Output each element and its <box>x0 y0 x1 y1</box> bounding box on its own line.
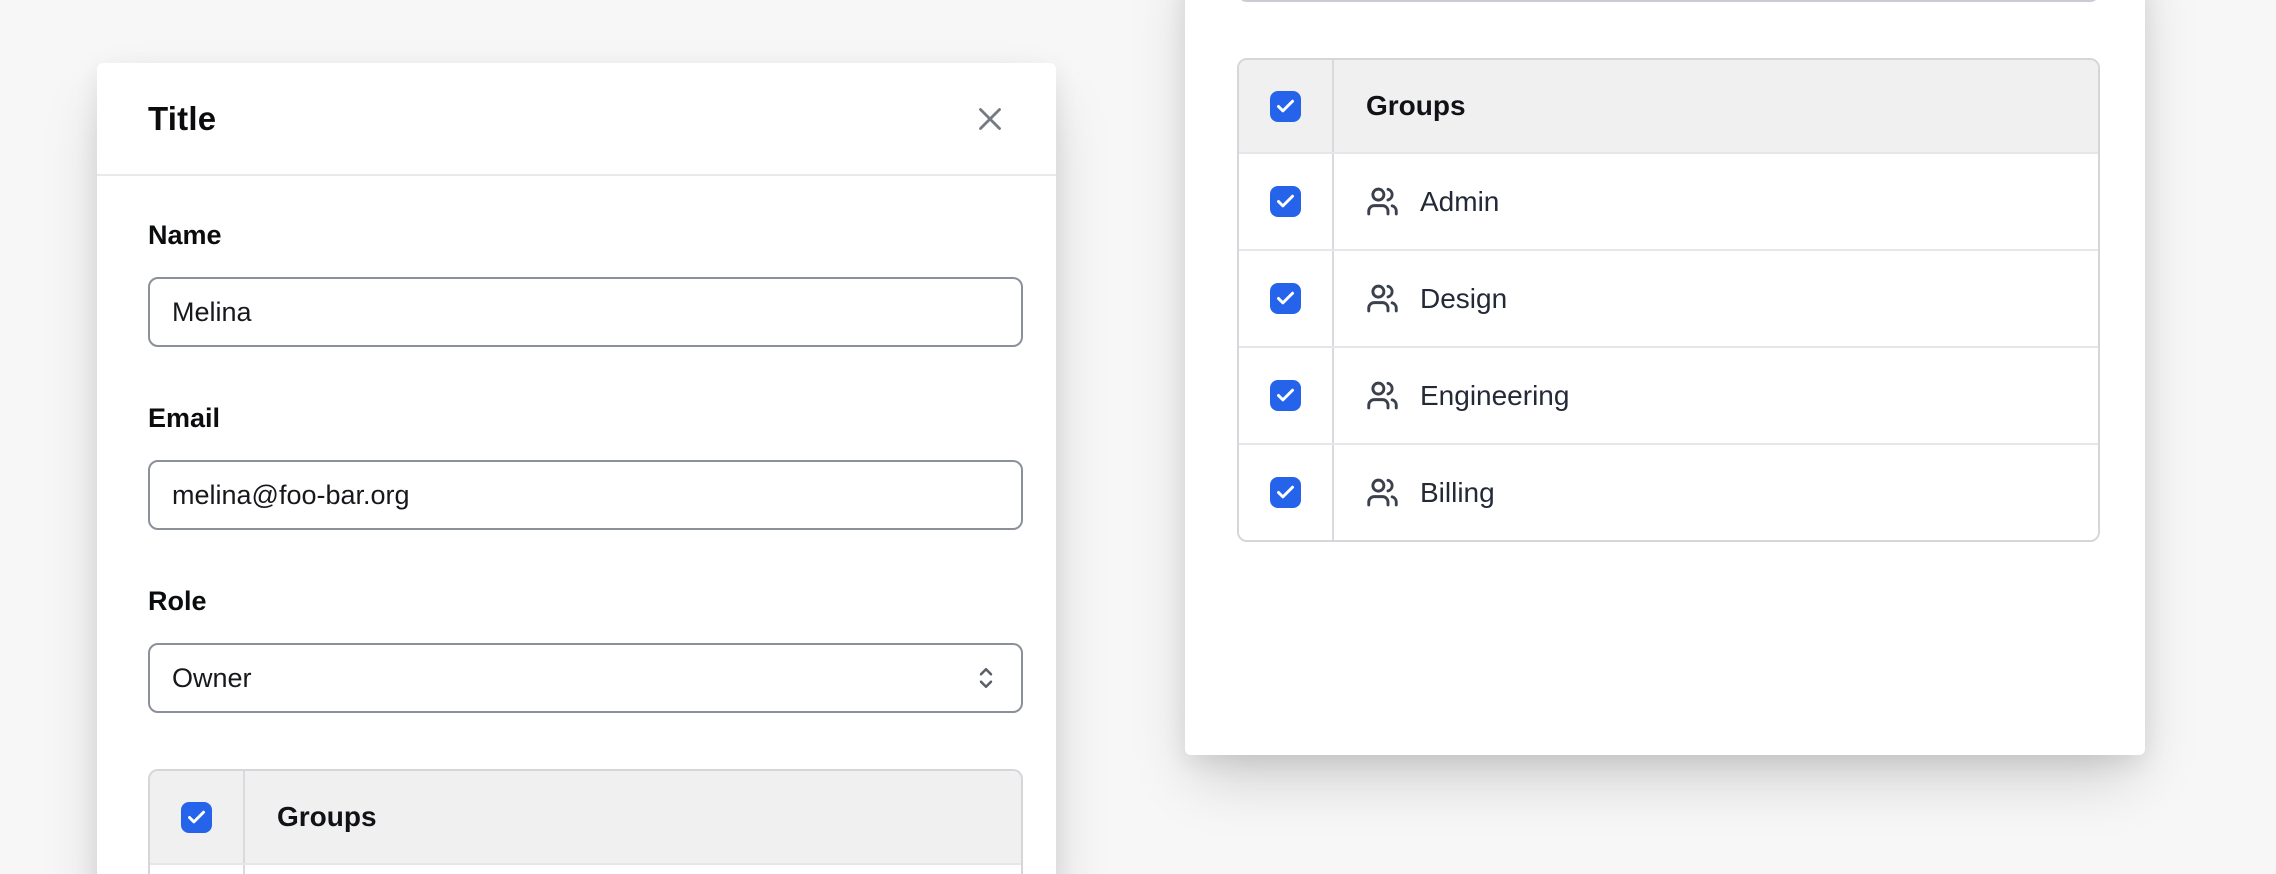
panel-groups-table: Groups Admin <box>1237 58 2100 542</box>
name-field-group: Name <box>148 220 1023 347</box>
group-row-label: Design <box>1420 283 1507 315</box>
table-row-admin[interactable]: Admin <box>1239 152 2098 249</box>
close-button[interactable] <box>968 97 1012 141</box>
row-checkbox[interactable] <box>1270 186 1301 217</box>
users-icon <box>1366 282 1399 315</box>
check-icon <box>1275 482 1296 503</box>
header-checkbox-cell <box>1239 60 1334 152</box>
name-input[interactable] <box>148 277 1023 347</box>
row-checkbox[interactable] <box>1270 477 1301 508</box>
modal-dialog: Title Name Email Role Owner <box>97 63 1056 874</box>
users-icon <box>1366 185 1399 218</box>
modal-groups-table: Groups <box>148 769 1023 874</box>
check-icon <box>1275 288 1296 309</box>
table-row-partial[interactable] <box>150 863 1021 874</box>
close-icon <box>971 100 1009 138</box>
groups-table-header-row: Groups <box>150 771 1021 863</box>
modal-header: Title <box>97 63 1056 176</box>
table-row-billing[interactable]: Billing <box>1239 443 2098 540</box>
users-icon <box>1366 379 1399 412</box>
groups-header-label: Groups <box>1334 60 2098 152</box>
role-label: Role <box>148 586 1023 617</box>
table-row-engineering[interactable]: Engineering <box>1239 346 2098 443</box>
check-icon <box>1275 191 1296 212</box>
group-row-label: Billing <box>1420 477 1495 509</box>
check-icon <box>1275 385 1296 406</box>
groups-header-label: Groups <box>245 771 1021 863</box>
row-checkbox[interactable] <box>1270 380 1301 411</box>
role-select-value: Owner <box>172 663 252 694</box>
group-row-label: Admin <box>1420 186 1499 218</box>
select-all-checkbox[interactable] <box>1270 91 1301 122</box>
modal-body: Name Email Role Owner <box>97 176 1056 874</box>
role-select-cropped[interactable] <box>1237 0 2100 2</box>
row-checkbox[interactable] <box>1270 283 1301 314</box>
group-row-label: Engineering <box>1420 380 1569 412</box>
table-row-design[interactable]: Design <box>1239 249 2098 346</box>
role-field-group: Role Owner <box>148 586 1023 713</box>
check-icon <box>186 807 207 828</box>
email-input[interactable] <box>148 460 1023 530</box>
email-label: Email <box>148 403 1023 434</box>
role-select[interactable]: Owner <box>148 643 1023 713</box>
check-icon <box>1275 96 1296 117</box>
chevrons-up-down-icon <box>971 663 1001 693</box>
users-icon <box>1366 476 1399 509</box>
groups-table-header-row: Groups <box>1239 60 2098 152</box>
groups-panel: Groups Admin <box>1185 0 2145 755</box>
email-field-group: Email <box>148 403 1023 530</box>
select-all-checkbox[interactable] <box>181 802 212 833</box>
name-label: Name <box>148 220 1023 251</box>
modal-title: Title <box>148 100 216 138</box>
header-checkbox-cell <box>150 771 245 863</box>
groups-panel-content: Groups Admin <box>1185 0 2145 542</box>
